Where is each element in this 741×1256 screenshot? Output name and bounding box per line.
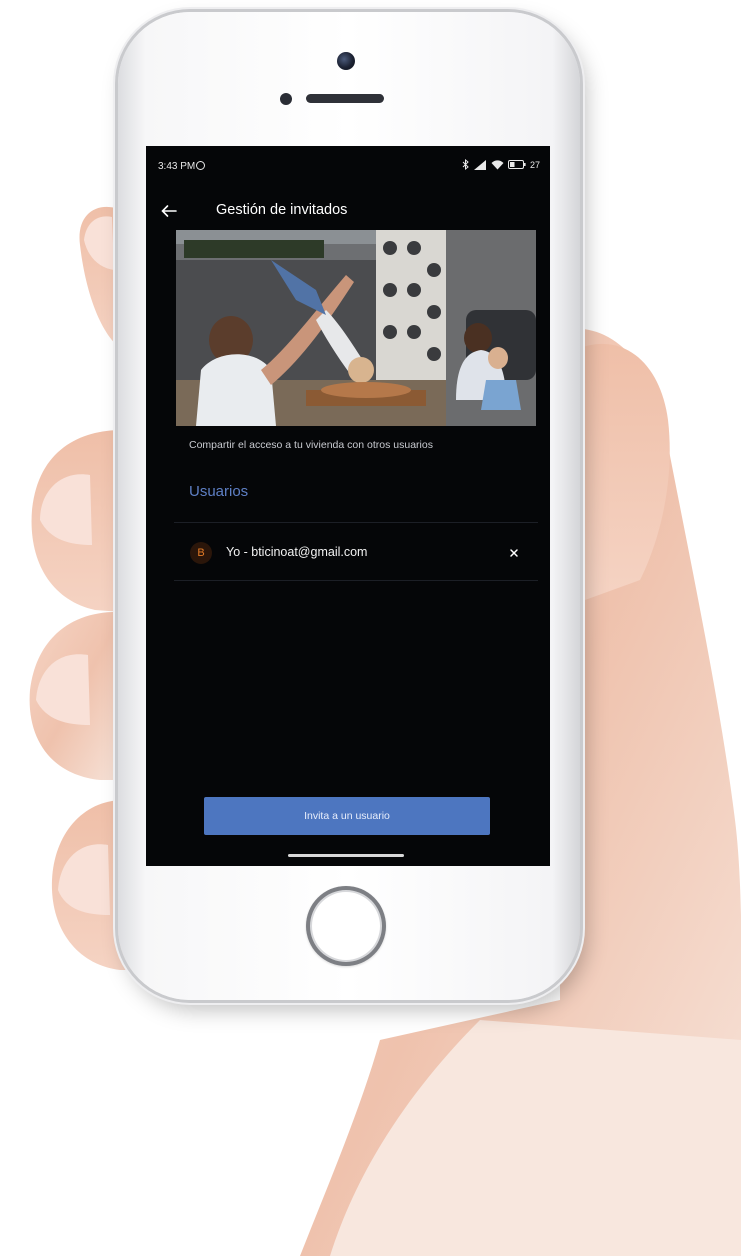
divider [174,580,538,581]
status-bar: 3:43 PM 27 [146,146,550,186]
battery-icon [507,160,526,169]
back-arrow-icon[interactable] [160,202,178,220]
battery-level: 27 [529,159,540,170]
bluetooth-icon [462,159,469,170]
earpiece-speaker [306,94,384,103]
family-photo [176,230,536,426]
divider [174,522,538,523]
user-list-item[interactable]: B Yo - bticinoat@gmail.com [174,530,538,576]
app-bar: Gestión de invitados [146,194,550,228]
signal-icon [473,159,486,170]
invite-user-button[interactable]: Invita a un usuario [204,797,490,835]
alarm-icon [196,161,205,170]
user-email-label: Yo - bticinoat@gmail.com [226,545,368,559]
home-button[interactable] [306,886,386,966]
home-indicator [288,854,404,857]
status-icons: 27 [462,159,540,170]
phone-device: 3:43 PM 27 Gestión de invitados Comparti… [118,12,580,1000]
page-title: Gestión de invitados [216,202,348,218]
proximity-sensor [280,93,292,105]
status-time: 3:43 PM [158,161,196,172]
share-description: Compartir el acceso a tu vivienda con ot… [189,439,433,451]
wifi-icon [491,159,504,169]
users-section-title: Usuarios [189,483,249,500]
close-icon[interactable] [508,547,520,559]
avatar: B [190,542,212,564]
app-screen: 3:43 PM 27 Gestión de invitados Comparti… [146,146,550,866]
front-camera [337,52,355,70]
